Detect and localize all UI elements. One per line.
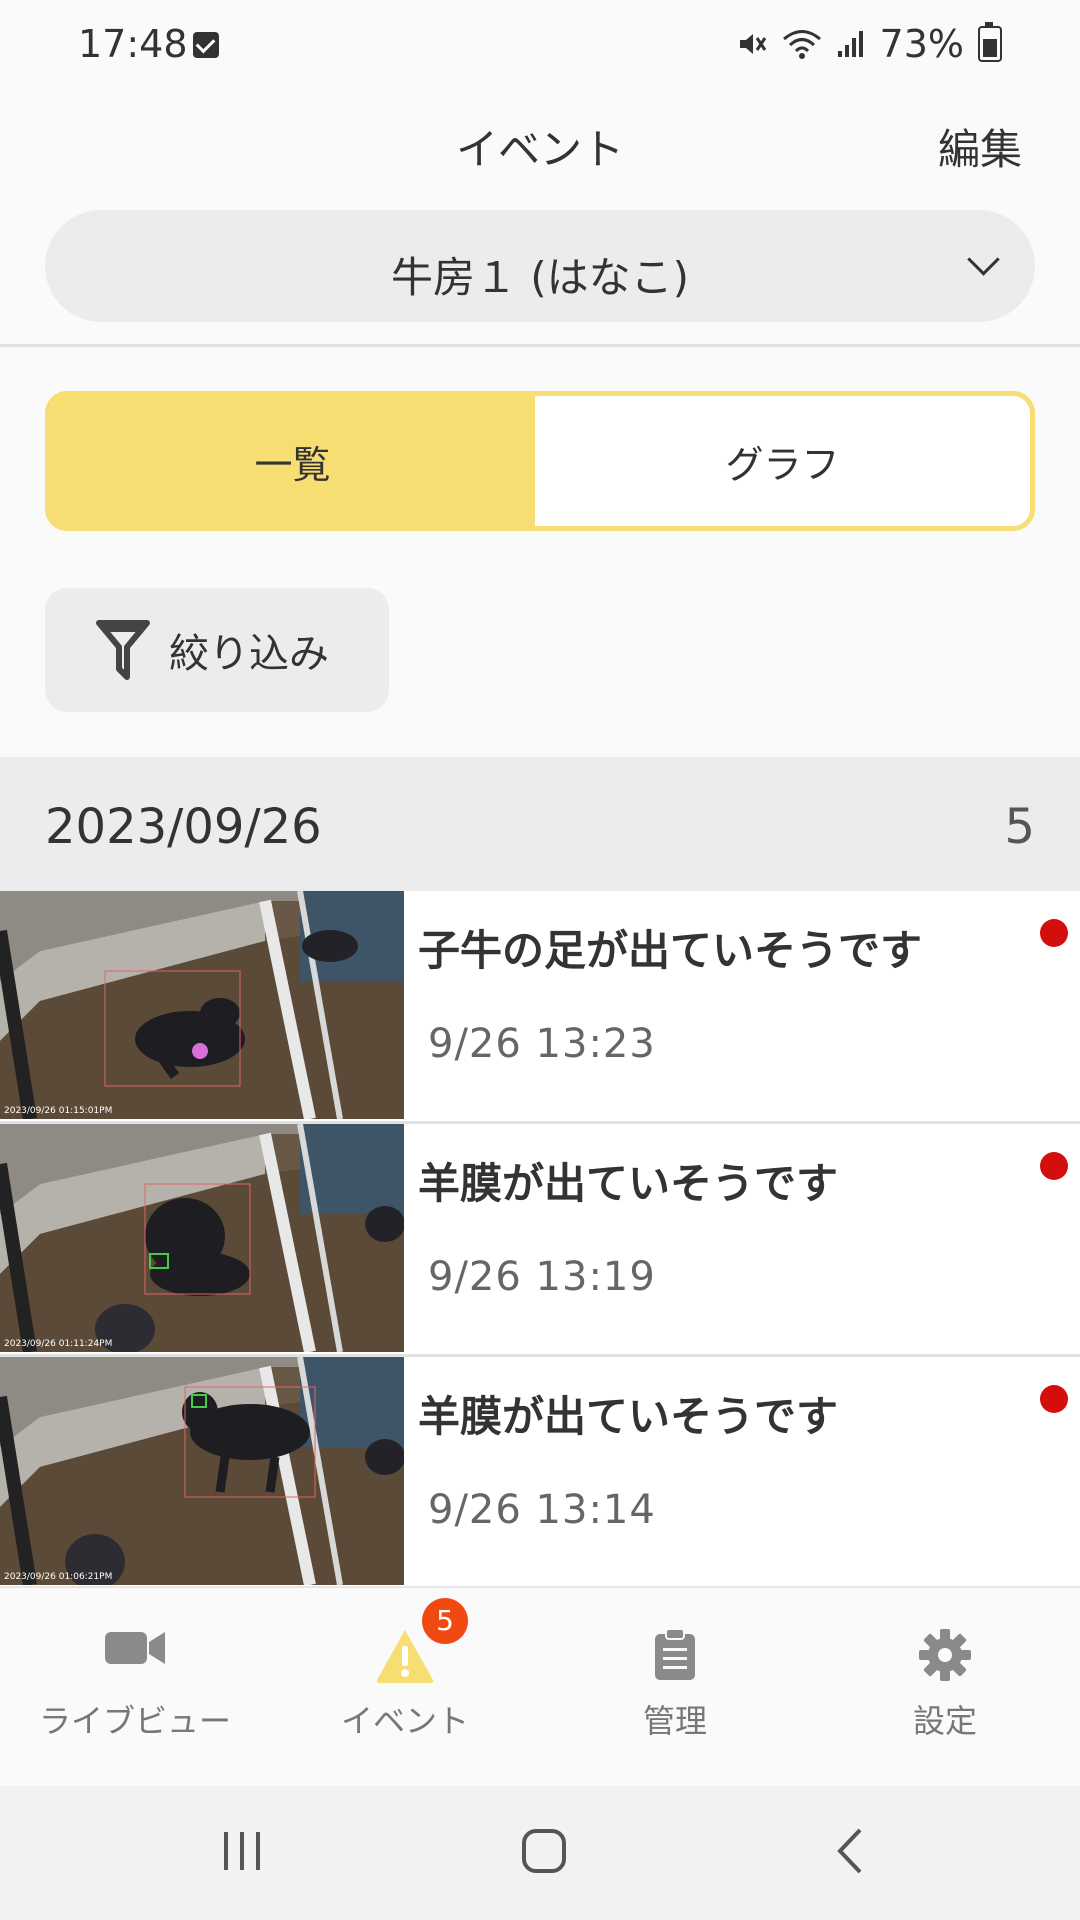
svg-text:2023/09/26 01:06:21PM: 2023/09/26 01:06:21PM — [4, 1572, 112, 1582]
battery-percent: 73% — [879, 22, 964, 66]
back-icon[interactable] — [832, 1826, 866, 1876]
tab-list[interactable]: 一覧 — [50, 396, 536, 526]
page-title: イベント — [455, 125, 624, 174]
event-time: 9/26 13:14 — [428, 1487, 656, 1533]
unread-indicator — [1040, 1385, 1068, 1413]
bottom-nav: ライブビュー 5 イベント 管理 設定 — [0, 1586, 1080, 1788]
clipboard-icon — [655, 1628, 695, 1680]
recent-apps-icon[interactable] — [220, 1826, 266, 1876]
event-row[interactable]: 2023/09/26 01:06:21PM 羊膜が出ていそうです 9/26 13… — [0, 1357, 1080, 1590]
event-thumbnail[interactable]: 2023/09/26 01:11:24PM — [0, 1124, 404, 1352]
nav-management[interactable]: 管理 — [540, 1588, 810, 1788]
filter-label: 絞り込み — [169, 631, 329, 677]
edit-button[interactable]: 編集 — [938, 116, 1022, 177]
nav-label: イベント — [340, 1702, 469, 1740]
event-list: 2023/09/26 01:15:01PM 子牛の足が出ていそうです 9/26 … — [0, 891, 1080, 1590]
event-row[interactable]: 2023/09/26 01:15:01PM 子牛の足が出ていそうです 9/26 … — [0, 891, 1080, 1124]
event-time: 9/26 13:19 — [428, 1254, 656, 1300]
barn-select[interactable]: 牛房１ (はなこ) — [45, 210, 1035, 322]
event-row[interactable]: 2023/09/26 01:11:24PM 羊膜が出ていそうです 9/26 13… — [0, 1124, 1080, 1357]
nav-events[interactable]: 5 イベント — [270, 1588, 540, 1788]
unread-indicator — [1040, 1152, 1068, 1180]
nav-live-view[interactable]: ライブビュー — [0, 1588, 270, 1788]
nav-label: 設定 — [912, 1702, 977, 1740]
group-date: 2023/09/26 — [45, 799, 322, 855]
tab-graph[interactable]: グラフ — [535, 396, 1030, 526]
event-title: 羊膜が出ていそうです — [418, 1159, 839, 1208]
home-icon[interactable] — [520, 1826, 568, 1876]
wifi-icon — [782, 30, 821, 59]
status-bar: 17:48 73% — [0, 0, 1080, 90]
event-thumbnail[interactable]: 2023/09/26 01:06:21PM — [0, 1357, 404, 1585]
svg-text:2023/09/26 01:11:24PM: 2023/09/26 01:11:24PM — [4, 1339, 112, 1349]
date-group-header: 2023/09/26 5 — [0, 757, 1080, 891]
battery-icon — [978, 22, 1002, 62]
video-camera-icon — [105, 1632, 165, 1664]
event-time: 9/26 13:23 — [428, 1021, 656, 1067]
system-nav-bar — [0, 1786, 1080, 1920]
status-time: 17:48 — [78, 22, 188, 66]
signal-icon — [837, 31, 863, 57]
nav-label: ライブビュー — [38, 1702, 231, 1740]
nav-settings[interactable]: 設定 — [810, 1588, 1080, 1788]
nav-label: 管理 — [642, 1702, 707, 1740]
status-icons: 73% — [736, 22, 1002, 66]
warning-icon — [376, 1630, 434, 1683]
event-title: 子牛の足が出ていそうです — [418, 926, 923, 975]
mute-icon — [739, 34, 766, 54]
gear-icon — [919, 1629, 971, 1681]
svg-text:2023/09/26 01:15:01PM: 2023/09/26 01:15:01PM — [4, 1106, 112, 1116]
app-header: イベント 編集 — [0, 90, 1080, 200]
event-title: 羊膜が出ていそうです — [418, 1392, 839, 1441]
divider — [0, 344, 1080, 347]
unread-indicator — [1040, 919, 1068, 947]
event-thumbnail[interactable]: 2023/09/26 01:15:01PM — [0, 891, 404, 1119]
event-count-badge: 5 — [422, 1598, 468, 1644]
group-count: 5 — [1004, 799, 1035, 855]
barn-select-value: 牛房１ (はなこ) — [390, 253, 690, 302]
notification-check-icon — [193, 32, 219, 58]
filter-button[interactable]: 絞り込み — [45, 588, 389, 712]
filter-icon — [96, 620, 150, 680]
view-toggle: 一覧 グラフ — [45, 391, 1035, 531]
